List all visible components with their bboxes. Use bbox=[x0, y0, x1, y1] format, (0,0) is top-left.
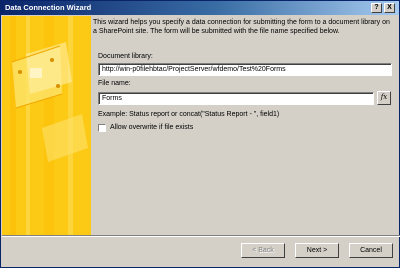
cancel-button[interactable]: Cancel bbox=[349, 243, 393, 258]
intro-text: This wizard helps you specify a data con… bbox=[93, 19, 390, 35]
next-button[interactable]: Next > bbox=[295, 243, 339, 258]
file-name-label: File name: bbox=[98, 80, 131, 87]
footer-divider-highlight bbox=[2, 236, 400, 237]
banner-graphic bbox=[2, 16, 91, 235]
help-button[interactable]: ? bbox=[371, 3, 382, 13]
allow-overwrite-checkbox[interactable] bbox=[98, 124, 106, 132]
wizard-banner-image bbox=[2, 16, 91, 235]
file-name-input[interactable]: Forms bbox=[98, 92, 374, 105]
wizard-content: This wizard helps you specify a data con… bbox=[93, 16, 397, 235]
title-bar[interactable]: Data Connection Wizard ? X bbox=[1, 1, 399, 15]
back-button[interactable]: < Back bbox=[241, 243, 285, 258]
document-library-label: Document library: bbox=[98, 53, 153, 60]
allow-overwrite-label[interactable]: Allow overwrite if file exists bbox=[110, 124, 193, 131]
close-button[interactable]: X bbox=[384, 3, 395, 13]
example-text: Example: Status report or concat("Status… bbox=[98, 111, 280, 118]
formula-button[interactable]: fx bbox=[377, 91, 391, 105]
data-connection-wizard-window: Data Connection Wizard ? X This wizard h… bbox=[0, 0, 400, 268]
window-title: Data Connection Wizard bbox=[5, 3, 92, 12]
document-library-input[interactable]: http://win-p0filehbtac/ProjectServer/wfd… bbox=[98, 63, 392, 76]
